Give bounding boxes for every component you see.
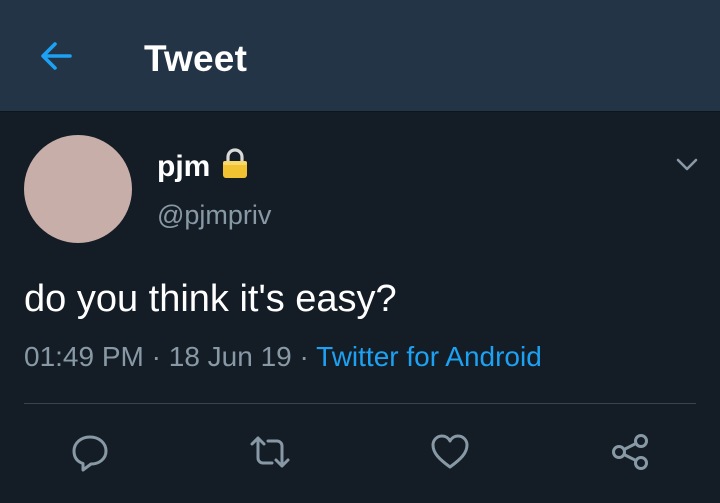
page-title: Tweet xyxy=(144,38,248,79)
divider xyxy=(24,403,696,404)
like-button[interactable] xyxy=(428,430,472,474)
top-app-bar: Tweet xyxy=(0,0,720,112)
tweet-menu-button[interactable] xyxy=(672,152,702,176)
avatar[interactable] xyxy=(24,135,132,243)
back-button[interactable] xyxy=(38,40,74,72)
chevron-down-icon xyxy=(676,158,698,171)
tweet-source-link[interactable]: Twitter for Android xyxy=(316,341,542,372)
share-button[interactable] xyxy=(608,430,652,474)
author-handle[interactable]: @pjmpriv xyxy=(157,200,271,231)
tweet-text: do you think it's easy? xyxy=(24,278,397,320)
meta-separator-2: · xyxy=(299,341,309,372)
tweet-meta: 01:49 PM · 18 Jun 19 · Twitter for Andro… xyxy=(24,341,542,373)
reply-button[interactable] xyxy=(68,430,112,474)
retweet-button[interactable] xyxy=(248,430,292,474)
meta-separator: · xyxy=(151,341,161,372)
reply-icon xyxy=(72,435,108,472)
lock-icon xyxy=(220,147,250,184)
share-icon xyxy=(612,434,648,470)
tweet-time: 01:49 PM xyxy=(24,341,144,372)
arrow-left-icon xyxy=(41,42,72,70)
author-row: pjm xyxy=(157,147,250,184)
heart-icon xyxy=(431,434,469,469)
tweet-date: 18 Jun 19 xyxy=(168,341,292,372)
retweet-icon xyxy=(250,436,290,468)
author-name[interactable]: pjm xyxy=(157,150,210,184)
